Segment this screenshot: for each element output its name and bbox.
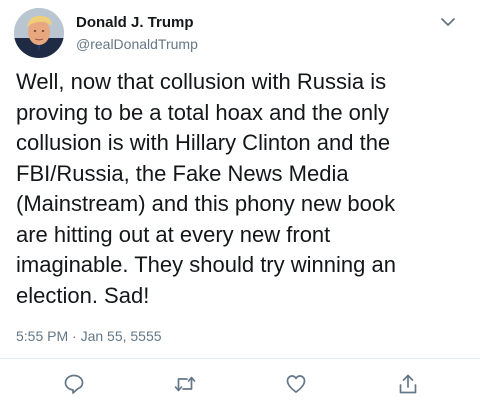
avatar-image — [14, 8, 64, 58]
heart-icon — [286, 375, 306, 393]
tweet-card: Donald J. Trump @realDonaldTrump Well, n… — [0, 0, 480, 410]
reply-icon — [64, 374, 84, 394]
tweet-text-line: proving to be a total hoax and the only — [16, 99, 390, 125]
chevron-down-icon[interactable] — [438, 14, 458, 30]
tweet-text-line: election. Sad! — [16, 282, 150, 308]
avatar[interactable] — [14, 8, 64, 58]
tweet-text-line: collusion is with Hillary Clinton and th… — [16, 130, 391, 155]
tweet-text-line: Well, now that collusion with Russia is — [16, 69, 387, 94]
user-handle[interactable]: @realDonaldTrump — [76, 36, 198, 52]
tweet-text-line: are hitting out at every new front — [16, 221, 331, 247]
retweet-icon — [174, 376, 196, 392]
retweet-button[interactable] — [173, 372, 197, 396]
tweet-text-line: FBI/Russia, the Fake News Media — [16, 160, 349, 186]
divider — [0, 358, 480, 359]
like-button[interactable] — [284, 372, 308, 396]
timestamp[interactable]: 5:55 PM · Jan 55, 5555 — [16, 328, 162, 344]
display-name[interactable]: Donald J. Trump — [76, 14, 194, 31]
tweet-text-line: (Mainstream) and this phony new book — [16, 191, 396, 216]
tweet-text-line: imaginable. They should try winning an — [16, 252, 396, 277]
share-icon — [399, 374, 417, 394]
share-button[interactable] — [396, 372, 420, 396]
tweet-text: Well, now that collusion with Russia is … — [16, 67, 466, 311]
reply-button[interactable] — [62, 372, 86, 396]
